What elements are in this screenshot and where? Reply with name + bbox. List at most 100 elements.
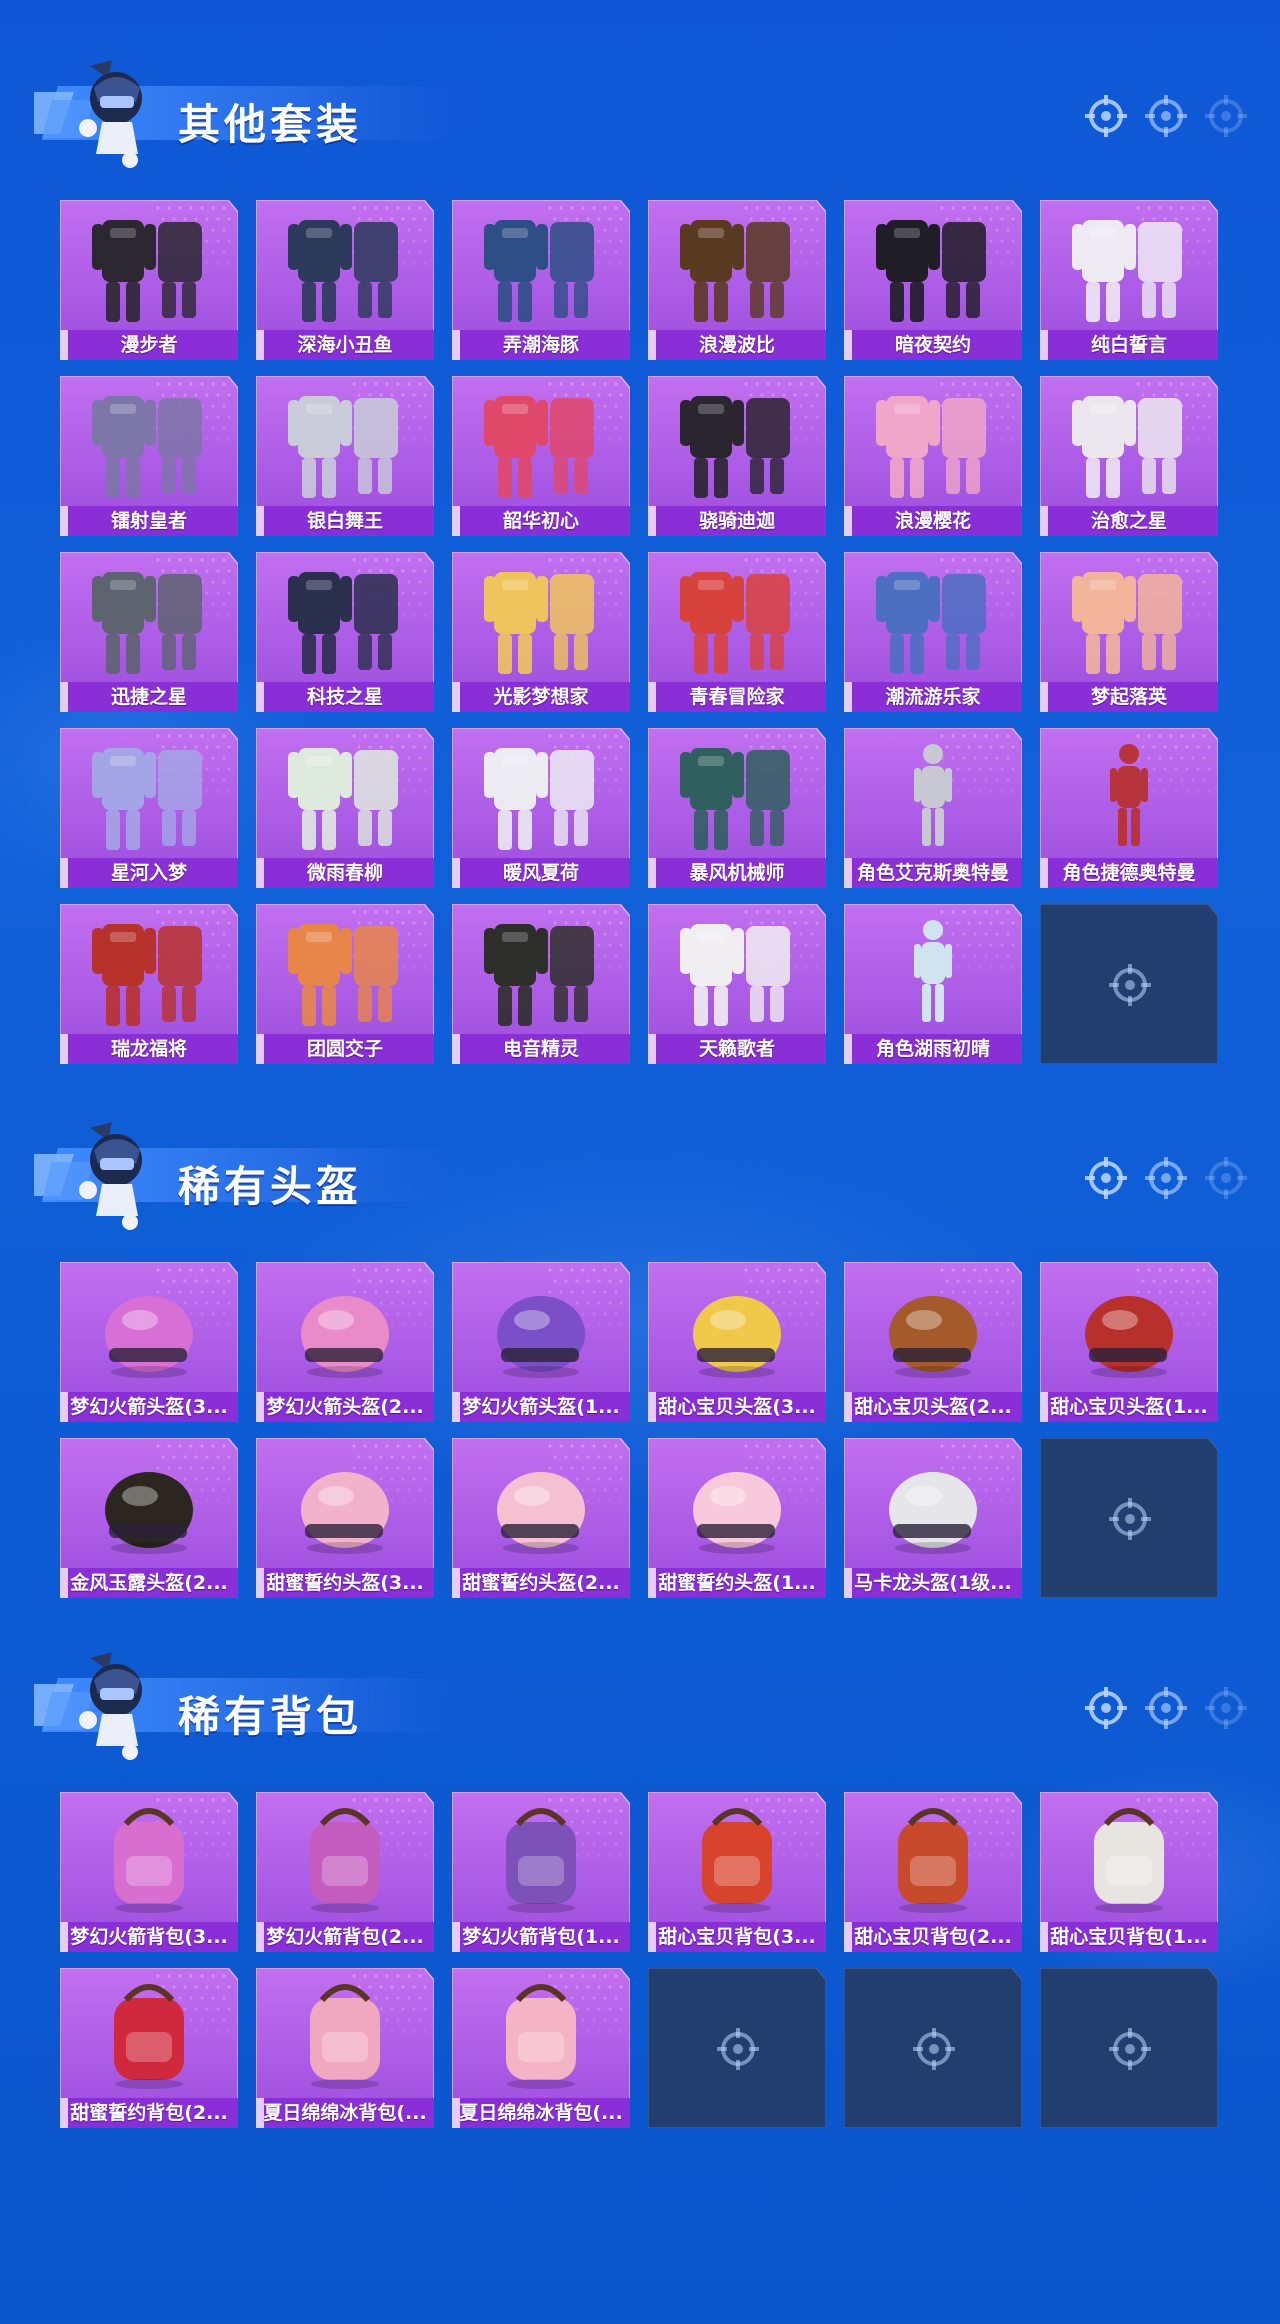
item-label: 角色艾克斯奥特曼 <box>856 862 1009 884</box>
item-card[interactable]: 甜心宝贝头盔(1... <box>1039 1261 1219 1423</box>
item-card[interactable]: 深海小丑鱼 <box>255 199 435 361</box>
item-label: 骁骑迪迦 <box>698 510 775 532</box>
item-card[interactable]: 星河入梦 <box>59 727 239 889</box>
item-card[interactable]: 角色捷德奥特曼 <box>1039 727 1219 889</box>
empty-slot <box>647 1967 827 2129</box>
item-label: 弄潮海豚 <box>502 334 579 356</box>
item-card[interactable]: 甜心宝贝背包(3... <box>647 1791 827 1953</box>
cake-backpack-icon <box>858 1798 1008 1918</box>
item-card[interactable]: 甜蜜誓约头盔(2... <box>451 1437 631 1599</box>
item-label: 青春冒险家 <box>689 686 785 708</box>
item-card[interactable]: 夏日绵绵冰背包(... <box>255 1967 435 2129</box>
section-header: 其他套装 <box>20 58 1247 168</box>
item-card[interactable]: 团圆交子 <box>255 903 435 1065</box>
red-hero-figure-icon <box>1054 734 1204 854</box>
item-card[interactable]: 甜蜜誓约头盔(1... <box>647 1437 827 1599</box>
item-label: 科技之星 <box>306 686 383 708</box>
empty-slot <box>1039 903 1219 1065</box>
item-card[interactable]: 天籁歌者 <box>647 903 827 1065</box>
crosshair-icon <box>1083 1685 1129 1731</box>
item-label: 团圆交子 <box>306 1038 383 1060</box>
item-card[interactable]: 暗夜契约 <box>843 199 1023 361</box>
item-card[interactable]: 甜心宝贝头盔(2... <box>843 1261 1023 1423</box>
rocket-backpack-icon <box>74 1798 224 1918</box>
item-card[interactable]: 浪漫波比 <box>647 199 827 361</box>
item-label: 浪漫樱花 <box>894 510 971 532</box>
item-card[interactable]: 青春冒险家 <box>647 551 827 713</box>
mascot-character-icon <box>72 1650 162 1760</box>
item-label: 夏日绵绵冰背包(... <box>263 2102 427 2124</box>
item-card[interactable]: 光影梦想家 <box>451 551 631 713</box>
item-card[interactable]: 金风玉露头盔(2... <box>59 1437 239 1599</box>
black-jacket-icon <box>466 910 616 1030</box>
item-card[interactable]: 迅捷之星 <box>59 551 239 713</box>
crosshair-icon <box>1107 962 1151 1006</box>
crosshair-icon <box>911 2026 955 2070</box>
item-card[interactable]: 梦幻火箭背包(2... <box>255 1791 435 1953</box>
item-card[interactable]: 镭射皇者 <box>59 375 239 537</box>
item-card[interactable]: 夏日绵绵冰背包(... <box>451 1967 631 2129</box>
item-card[interactable]: 甜心宝贝背包(1... <box>1039 1791 1219 1953</box>
item-card[interactable]: 纯白誓言 <box>1039 199 1219 361</box>
crosshair-icon <box>1143 93 1189 139</box>
item-label: 甜心宝贝头盔(3... <box>658 1396 816 1418</box>
crosshair-icon <box>1203 1685 1249 1731</box>
diver-outfit-icon <box>270 206 420 326</box>
item-card[interactable]: 梦起落英 <box>1039 551 1219 713</box>
cupcake-helmet-icon <box>662 1268 812 1388</box>
grey-outfit-icon <box>74 558 224 678</box>
icecream-backpack-icon <box>466 1974 616 2094</box>
item-card[interactable]: 潮流游乐家 <box>843 551 1023 713</box>
white-coat-icon <box>466 734 616 854</box>
rocket-backpack-icon <box>270 1798 420 1918</box>
item-card[interactable]: 微雨春柳 <box>255 727 435 889</box>
item-card[interactable]: 瑞龙福将 <box>59 903 239 1065</box>
item-card[interactable]: 漫步者 <box>59 199 239 361</box>
crosshair-decoration <box>1083 1685 1263 1735</box>
item-card[interactable]: 银白舞王 <box>255 375 435 537</box>
crosshair-icon <box>1083 93 1129 139</box>
item-label: 治愈之星 <box>1090 510 1167 532</box>
cupcake-helmet-icon <box>1054 1268 1204 1388</box>
item-card[interactable]: 梦幻火箭头盔(1... <box>451 1261 631 1423</box>
item-label: 暖风夏荷 <box>502 862 579 884</box>
cake-backpack-icon <box>662 1798 812 1918</box>
mech-suit-icon <box>662 734 812 854</box>
pink-helmet-icon <box>466 1444 616 1564</box>
item-card[interactable]: 角色湖雨初晴 <box>843 903 1023 1065</box>
white-helmet-icon <box>858 1444 1008 1564</box>
hero-suit-icon <box>662 382 812 502</box>
item-card[interactable]: 甜蜜誓约头盔(3... <box>255 1437 435 1599</box>
red-jacket-icon <box>662 558 812 678</box>
crosshair-icon <box>1143 1685 1189 1731</box>
item-card[interactable]: 甜心宝贝头盔(3... <box>647 1261 827 1423</box>
item-card[interactable]: 梦幻火箭头盔(2... <box>255 1261 435 1423</box>
item-card[interactable]: 梦幻火箭背包(1... <box>451 1791 631 1953</box>
rocket-backpack-icon <box>466 1798 616 1918</box>
item-card[interactable]: 治愈之星 <box>1039 375 1219 537</box>
item-card[interactable]: 暖风夏荷 <box>451 727 631 889</box>
item-label: 微雨春柳 <box>306 862 383 884</box>
item-card[interactable]: 弄潮海豚 <box>451 199 631 361</box>
item-label: 梦幻火箭背包(3... <box>70 1926 228 1948</box>
item-card[interactable]: 科技之星 <box>255 551 435 713</box>
item-card[interactable]: 浪漫樱花 <box>843 375 1023 537</box>
item-card[interactable]: 甜心宝贝背包(2... <box>843 1791 1023 1953</box>
item-card[interactable]: 甜蜜誓约背包(2... <box>59 1967 239 2129</box>
item-card[interactable]: 暴风机械师 <box>647 727 827 889</box>
rocket-helmet-icon <box>74 1268 224 1388</box>
laser-outfit-icon <box>74 382 224 502</box>
item-card[interactable]: 马卡龙头盔(1级... <box>843 1437 1023 1599</box>
item-card[interactable]: 角色艾克斯奥特曼 <box>843 727 1023 889</box>
item-card[interactable]: 梦幻火箭背包(3... <box>59 1791 239 1953</box>
item-card[interactable]: 韶华初心 <box>451 375 631 537</box>
section-header: 稀有头盔 <box>20 1120 1247 1230</box>
cake-backpack-icon <box>1054 1798 1204 1918</box>
item-card[interactable]: 梦幻火箭头盔(3... <box>59 1261 239 1423</box>
item-card[interactable]: 骁骑迪迦 <box>647 375 827 537</box>
item-label: 夏日绵绵冰背包(... <box>459 2102 623 2124</box>
icecream-backpack-icon <box>270 1974 420 2094</box>
item-card[interactable]: 电音精灵 <box>451 903 631 1065</box>
item-label: 梦幻火箭背包(1... <box>462 1926 620 1948</box>
item-label: 暴风机械师 <box>689 862 785 884</box>
